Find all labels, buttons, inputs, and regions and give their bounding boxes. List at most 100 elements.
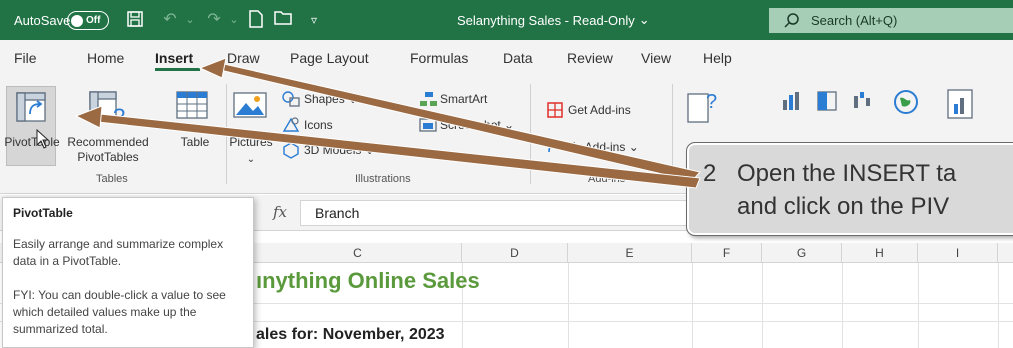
callout-line2: and click on the PIV [737,193,950,220]
icons-button[interactable]: Icons [304,118,333,133]
tooltip-title: PivotTable [13,206,73,220]
smartart-label: SmartArt [440,92,488,106]
tables-group-label: Tables [96,173,128,185]
redo-dropdown-icon[interactable]: ⌄ [224,10,244,30]
tab-review[interactable]: Review [567,50,613,66]
instruction-callout: 2 Open the INSERT ta and click on the PIV [686,142,1013,236]
toggle-knob [71,14,83,27]
recommended-pivottables-icon: ? [89,91,125,126]
group-divider [530,84,531,184]
sheet-title-cell[interactable]: ınything Online Sales [256,268,480,294]
smartart-icon [420,92,437,106]
icons-icon [282,117,300,132]
column-header-f[interactable]: F [692,243,762,263]
title-bar: AutoSave Off ↶ ⌄ ↷ ⌄ ▿ Selanything Sales… [0,0,1013,40]
tab-file[interactable]: File [14,50,37,66]
screenshot-icon [419,118,437,132]
search-icon [784,12,799,28]
gridline [842,263,843,348]
recommended-line2: PivotTables [77,150,139,164]
save-icon[interactable] [125,10,145,30]
tab-home[interactable]: Home [87,50,124,66]
3d-models-icon [283,142,299,159]
pictures-icon [233,92,267,118]
screenshot-label: Screenshot [440,118,501,132]
my-add-ins-icon [548,141,563,153]
column-header-e[interactable]: E [568,243,692,263]
column-chart-icon[interactable] [780,90,804,112]
group-divider [226,84,227,184]
shapes-label: Shapes [304,92,345,106]
my-add-ins-button[interactable]: My Add-ins ⌄ [566,140,639,155]
recommended-charts-icon[interactable]: ? [686,86,722,126]
pictures-dropdown-icon[interactable]: ⌄ [229,152,273,167]
group-divider [672,84,673,184]
pivotchart-icon[interactable] [946,86,976,122]
callout-line1: Open the INSERT ta [737,160,957,187]
active-tab-indicator [155,68,200,71]
tab-insert[interactable]: Insert [155,50,193,66]
mouse-pointer-icon [36,129,50,149]
pivottable-icon [16,92,46,122]
customize-qat-icon[interactable]: ▿ [304,10,324,30]
3d-models-button[interactable]: 3D Models ⌄ [304,143,375,158]
shapes-icon [282,91,300,107]
illustrations-group-label: Illustrations [355,173,411,185]
gridline [918,263,919,348]
tab-formulas[interactable]: Formulas [410,50,468,66]
add-ins-group-label: Add-ins [588,173,626,185]
get-add-ins-button[interactable]: Get Add-ins [568,103,631,118]
pivottable-tooltip: PivotTable Easily arrange and summarize … [2,197,254,348]
fx-icon[interactable]: fx [273,203,287,221]
table-icon [176,91,208,119]
recommended-line1: Recommended [67,135,149,149]
callout-step-number: 2 [703,160,717,187]
get-add-ins-label: Get Add-ins [568,103,631,117]
new-file-icon[interactable] [246,10,266,30]
search-input[interactable]: Search (Alt+Q) [769,8,1013,33]
column-header-g[interactable]: G [762,243,842,263]
my-add-ins-label: My Add-ins [566,140,626,154]
3d-models-label: 3D Models [304,143,362,157]
svg-text:?: ? [706,91,717,113]
tab-data[interactable]: Data [503,50,533,66]
tab-view[interactable]: View [641,50,671,66]
screenshot-button[interactable]: Screenshot ⌄ [440,118,514,133]
icons-label: Icons [304,118,333,132]
search-placeholder: Search (Alt+Q) [811,13,898,28]
gridline [692,263,693,348]
tooltip-fyi: FYI: You can double-click a value to see… [13,288,226,336]
pictures-label: Pictures [229,135,273,149]
svg-text:?: ? [113,104,125,126]
open-folder-icon[interactable] [274,10,294,30]
column-header-i[interactable]: I [918,243,998,263]
shapes-button[interactable]: Shapes ⌄ [304,92,358,107]
sheet-subtitle-cell[interactable]: ales for: November, 2023 [256,326,445,344]
gridline [762,263,763,348]
autosave-state: Off [86,15,101,26]
autosave-toggle[interactable]: Off [67,11,109,30]
get-add-ins-icon [547,102,563,118]
column-header-h[interactable]: H [842,243,918,263]
hierarchy-chart-icon[interactable] [816,90,840,112]
tooltip-description: Easily arrange and summarize complex dat… [13,237,224,268]
maps-chart-icon[interactable] [892,88,920,116]
tab-draw[interactable]: Draw [227,50,260,66]
autosave-label: AutoSave [14,12,71,28]
waterfall-chart-icon[interactable] [852,90,876,112]
undo-icon[interactable]: ↶ [160,10,180,30]
pivottable-label: PivotTable [4,135,60,149]
undo-dropdown-icon[interactable]: ⌄ [180,10,200,30]
smartart-button[interactable]: SmartArt [440,92,487,107]
redo-icon[interactable]: ↷ [204,10,224,30]
tab-help[interactable]: Help [703,50,732,66]
gridline [998,263,999,348]
document-title[interactable]: Selanything Sales - Read-Only ⌄ [457,0,650,40]
chevron-down-icon: ⌄ [638,12,650,27]
column-header-c[interactable]: C [254,243,462,263]
ribbon-tabs: File Home Insert Draw Page Layout Formul… [0,40,1013,76]
column-header-d[interactable]: D [462,243,568,263]
gridline [568,263,569,348]
tab-page-layout[interactable]: Page Layout [290,50,369,66]
table-label: Table [180,135,210,149]
